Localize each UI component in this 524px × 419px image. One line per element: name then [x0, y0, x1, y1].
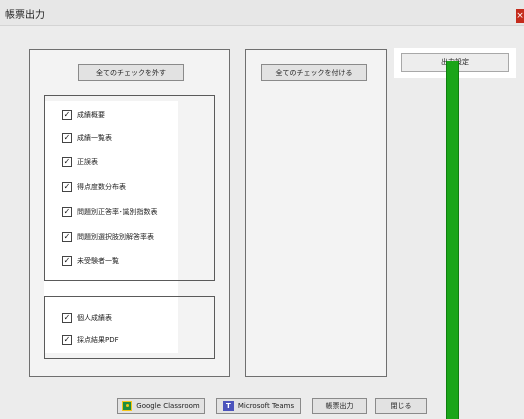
google-classroom-button[interactable]: Google Classroom [117, 398, 205, 414]
checkbox-label: 個人成績表 [77, 314, 112, 322]
check-mark-icon: ✓ [62, 313, 72, 323]
check-mark-icon: ✓ [62, 157, 72, 167]
uncheck-all-label: 全てのチェックを外す [96, 69, 166, 77]
individual-group-box [44, 296, 215, 359]
checkbox-kojin-seisekihyou[interactable]: ✓ 個人成績表 [62, 312, 112, 324]
checkbox-label: 問題別正答率･識別指数表 [77, 208, 158, 216]
checkbox-seiseki-ichiranhyou[interactable]: ✓ 成績一覧表 [62, 132, 112, 144]
checkbox-saiten-pdf[interactable]: ✓ 採点結果PDF [62, 334, 119, 346]
google-classroom-icon [122, 401, 133, 411]
checkbox-label: 正誤表 [77, 158, 98, 166]
checkbox-label: 得点度数分布表 [77, 183, 126, 191]
green-marker-bar [446, 61, 459, 419]
check-mark-icon: ✓ [62, 110, 72, 120]
check-all-label: 全てのチェックを付ける [275, 69, 353, 77]
google-classroom-label: Google Classroom [136, 402, 200, 410]
microsoft-teams-label: Microsoft Teams [237, 402, 295, 410]
output-button[interactable]: 帳票出力 [312, 398, 367, 414]
checkbox-label: 未受験者一覧 [77, 257, 119, 265]
checkbox-mondai-seitouritsu[interactable]: ✓ 問題別正答率･識別指数表 [62, 206, 158, 218]
checkbox-label: 成績概要 [77, 111, 105, 119]
close-button[interactable]: 閉じる [375, 398, 427, 414]
middle-panel [245, 49, 387, 377]
check-mark-icon: ✓ [62, 182, 72, 192]
check-mark-icon: ✓ [62, 133, 72, 143]
checkbox-label: 成績一覧表 [77, 134, 112, 142]
close-label: 閉じる [390, 402, 412, 410]
check-mark-icon: ✓ [62, 256, 72, 266]
close-window-button[interactable]: × [516, 9, 524, 23]
check-mark-icon: ✓ [62, 207, 72, 217]
uncheck-all-button[interactable]: 全てのチェックを外す [78, 64, 184, 81]
checkbox-label: 採点結果PDF [77, 336, 119, 344]
checkbox-seigohyou[interactable]: ✓ 正誤表 [62, 156, 98, 168]
output-label: 帳票出力 [325, 402, 354, 410]
window-title: 帳票出力 [5, 10, 45, 21]
checkbox-tokuten-dosuu[interactable]: ✓ 得点度数分布表 [62, 181, 126, 193]
checkbox-label: 問題別選択肢別解答率表 [77, 233, 154, 241]
check-all-button[interactable]: 全てのチェックを付ける [261, 64, 367, 81]
microsoft-teams-icon: T [222, 401, 234, 411]
checkbox-seiseki-gaiyou[interactable]: ✓ 成績概要 [62, 109, 105, 121]
check-mark-icon: ✓ [62, 232, 72, 242]
check-mark-icon: ✓ [62, 335, 72, 345]
microsoft-teams-button[interactable]: T Microsoft Teams [216, 398, 301, 414]
title-bar: 帳票出力 × [0, 0, 524, 26]
checkbox-mondai-sentakushi[interactable]: ✓ 問題別選択肢別解答率表 [62, 231, 154, 243]
checkbox-mijukensha[interactable]: ✓ 未受験者一覧 [62, 255, 119, 267]
